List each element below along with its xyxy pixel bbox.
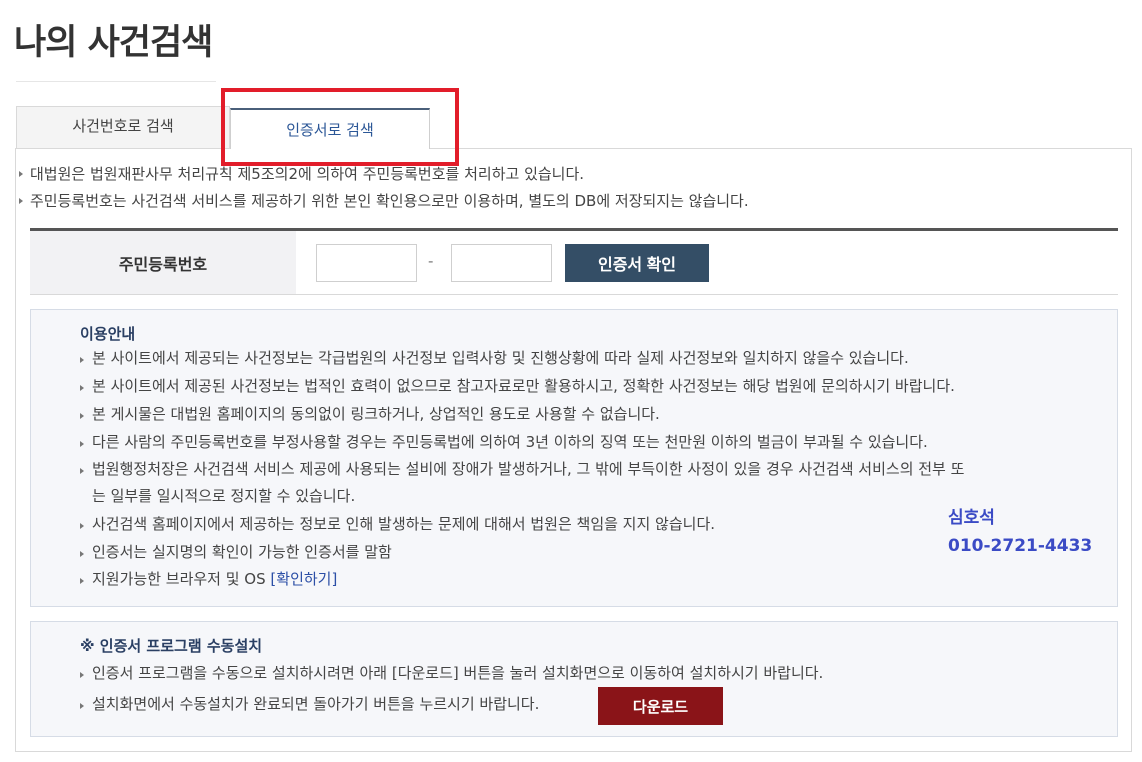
guide-item-browser-text: 지원가능한 브라우저 및 OS: [92, 570, 266, 588]
guide-item: 본 사이트에서 제공되는 사건정보는 각급법원의 사건정보 입력사항 및 진행상…: [80, 345, 909, 372]
manual-install-box: ※ 인증서 프로그램 수동설치 인증서 프로그램을 수동으로 설치하시려면 아래…: [30, 621, 1118, 737]
usage-guide-title: 이용안내: [80, 325, 136, 343]
rrn-back-input[interactable]: [451, 244, 552, 282]
guide-item: 다른 사람의 주민등록번호를 부정사용할 경우는 주민등록법에 의하여 3년 이…: [80, 429, 928, 456]
manual-install-title: ※ 인증서 프로그램 수동설치: [80, 637, 263, 655]
guide-item: 인증서는 실지명의 확인이 가능한 인증서를 말함: [80, 539, 392, 566]
rrn-front-input[interactable]: [316, 244, 417, 282]
title-divider: [16, 81, 216, 82]
guide-item: 사건검색 홈페이지에서 제공하는 정보로 인해 발생하는 문제에 대해서 법원은…: [79, 511, 715, 538]
page-title: 나의 사건검색: [14, 23, 213, 63]
guide-item: 본 게시물은 대법원 홈페이지의 동의없이 링크하거나, 상업적인 용도로 사용…: [80, 401, 660, 428]
install-item: 인증서 프로그램을 수동으로 설치하시려면 아래 [다운로드] 버튼을 눌러 설…: [79, 660, 823, 687]
install-item: 설치화면에서 수동설치가 완료되면 돌아가기 버튼을 누르시기 바랍니다.: [79, 691, 539, 718]
contact-name: 심호석: [948, 508, 995, 528]
contact-phone: 010-2721-4433: [948, 536, 1093, 556]
download-button[interactable]: 다운로드: [598, 687, 723, 725]
certificate-confirm-button[interactable]: 인증서 확인: [565, 244, 709, 282]
guide-item: 본 사이트에서 제공된 사건정보는 법적인 효력이 없으므로 참고자료로만 활용…: [80, 373, 955, 400]
tab-case-number-search[interactable]: 사건번호로 검색: [16, 106, 230, 148]
rrn-form-row: 주민등록번호 - 인증서 확인: [30, 228, 1118, 295]
rrn-label: 주민등록번호: [30, 231, 296, 294]
notice-item: 주민등록번호는 사건검색 서비스를 제공하기 위한 본인 확인용으로만 이용하며…: [19, 192, 749, 210]
tab-certificate-search[interactable]: 인증서로 검색: [230, 108, 430, 149]
rrn-separator: -: [428, 252, 434, 270]
guide-item: 법원행정처장은 사건검색 서비스 제공에 사용되는 설비에 장애가 발생하거나,…: [79, 456, 964, 483]
usage-guide-box: 이용안내 본 사이트에서 제공되는 사건정보는 각급법원의 사건정보 입력사항 …: [30, 309, 1118, 607]
guide-item-continued: 는 일부를 일시적으로 정지할 수 있습니다.: [92, 487, 356, 505]
guide-item-browser: 지원가능한 브라우저 및 OS [확인하기]: [79, 566, 337, 593]
browser-os-check-link[interactable]: [확인하기]: [270, 570, 337, 588]
notice-item: 대법원은 법원재판사무 처리규칙 제5조의2에 의하여 주민등록번호를 처리하고…: [18, 165, 585, 183]
